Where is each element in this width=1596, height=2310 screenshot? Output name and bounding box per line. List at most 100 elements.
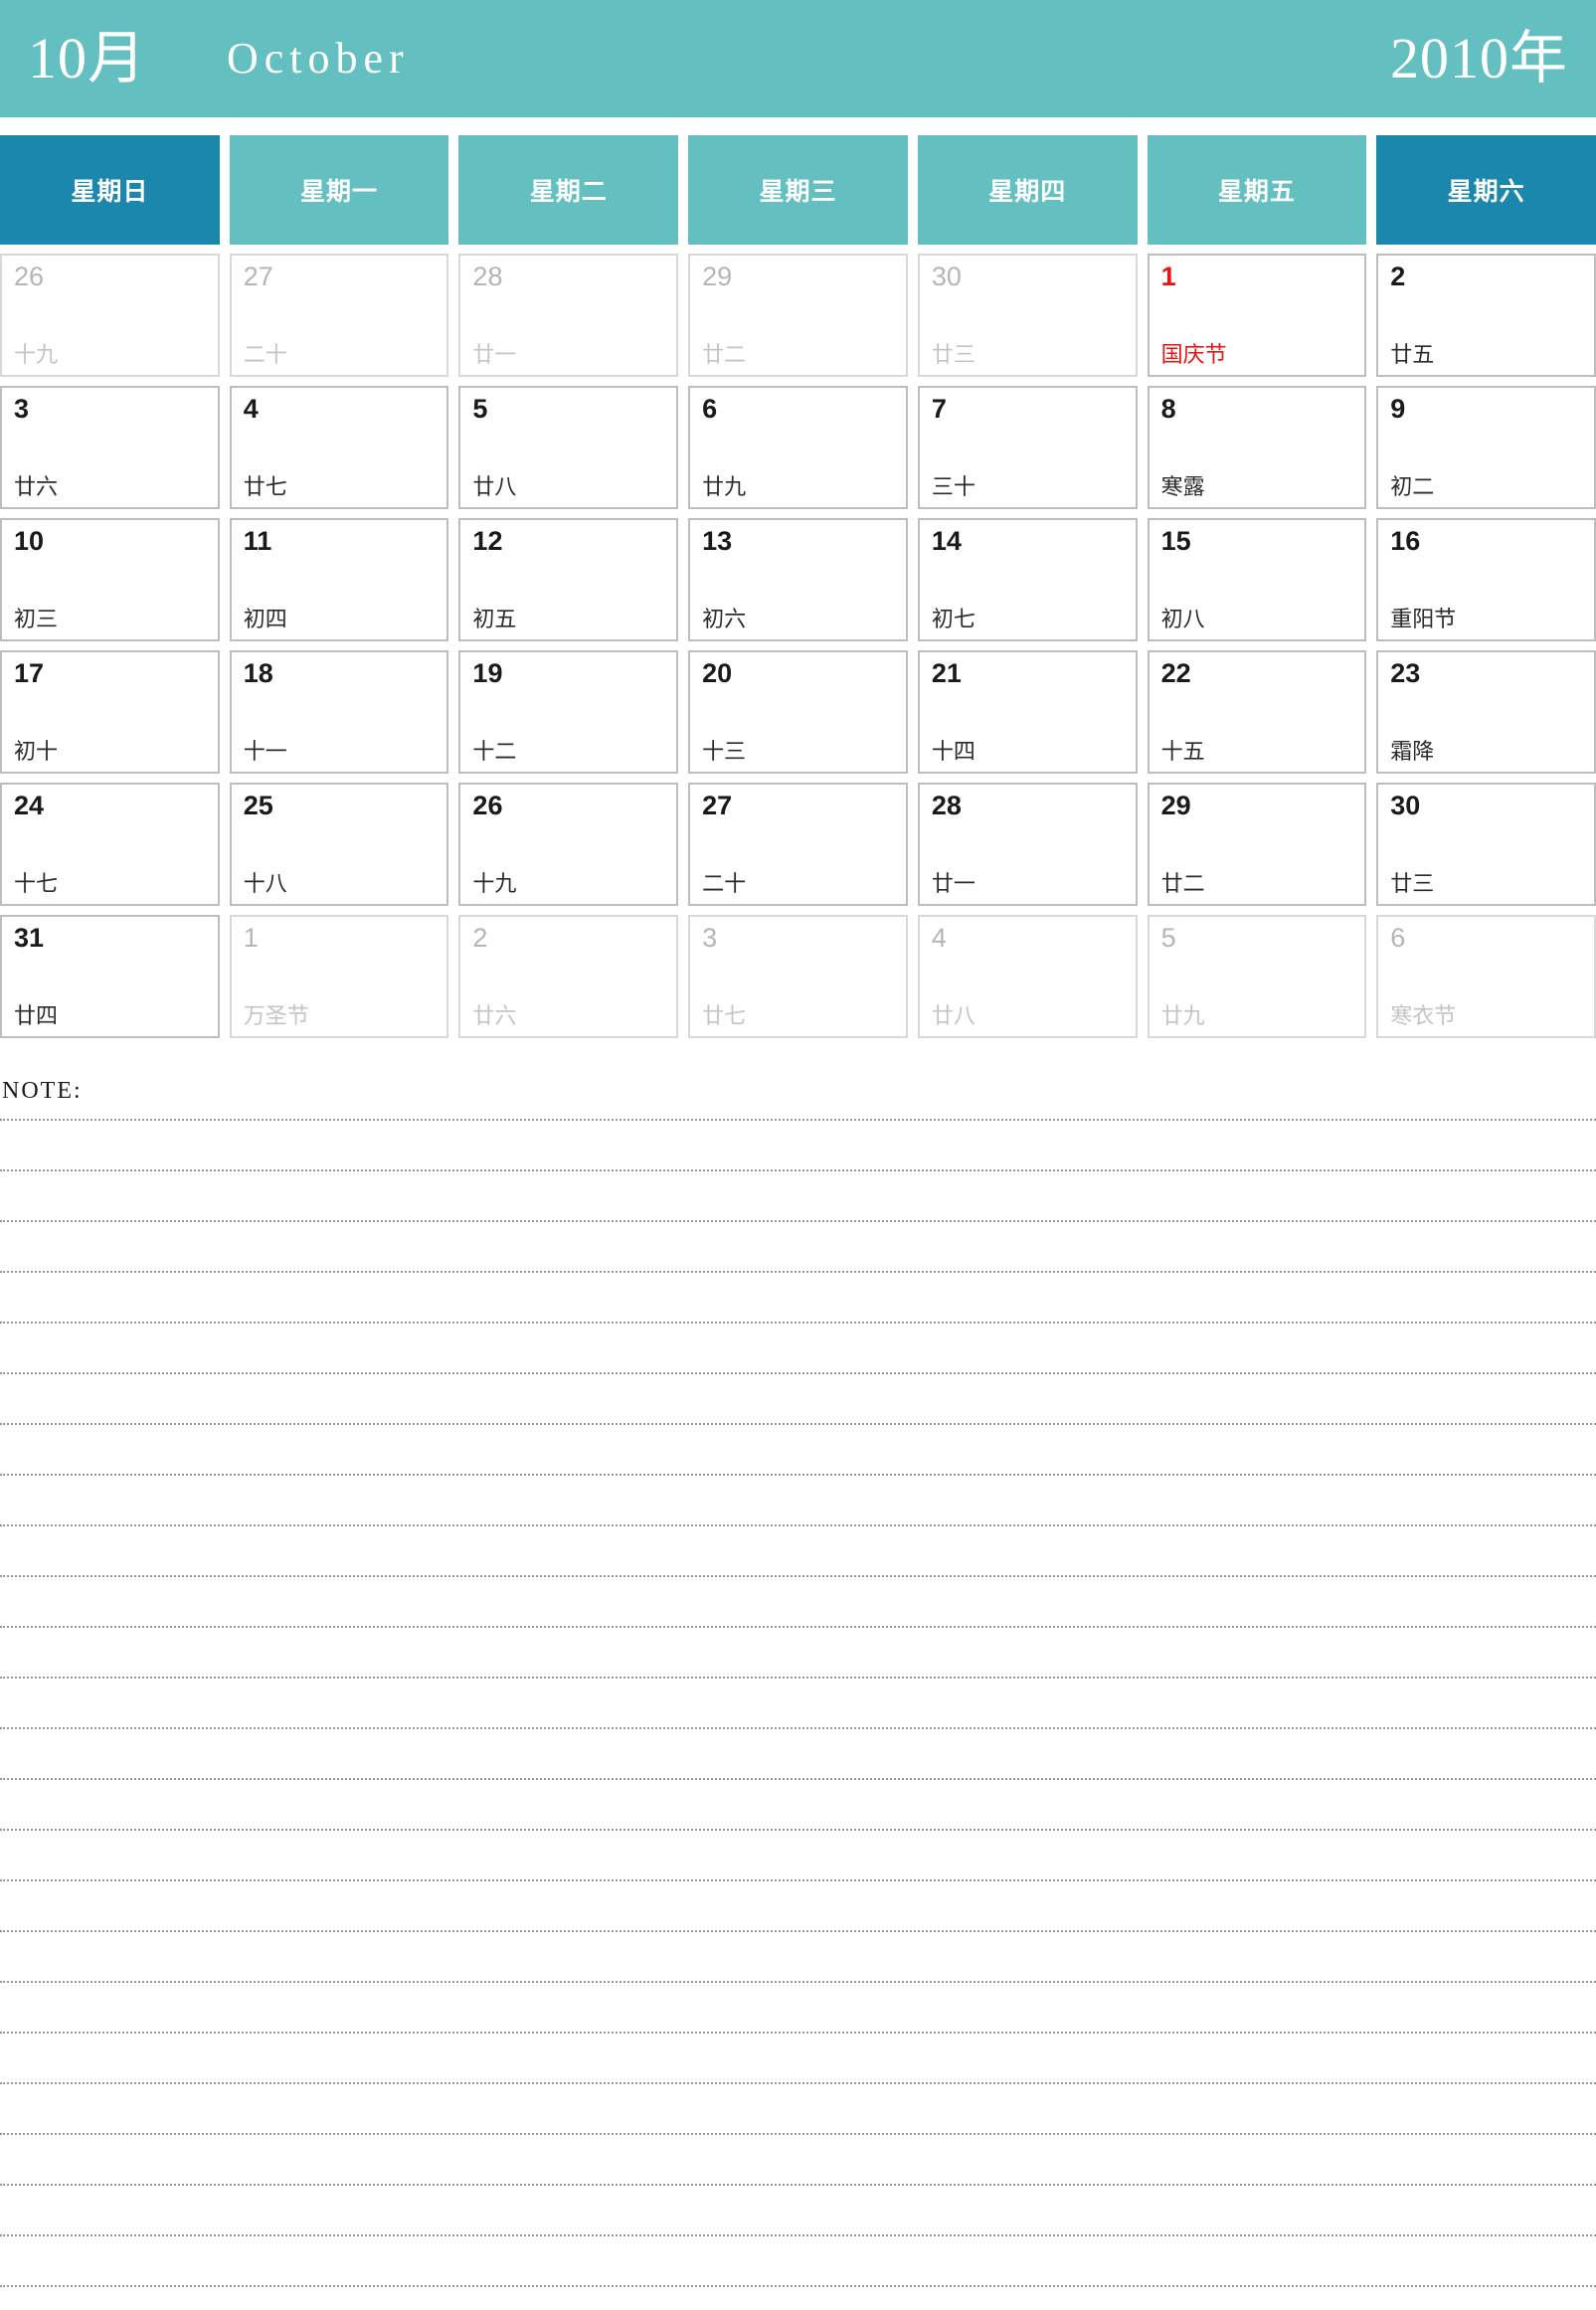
day-number: 8 [1160, 394, 1176, 424]
day-cell[interactable]: 2 廿六 [458, 915, 679, 1038]
day-number: 28 [472, 262, 503, 291]
day-number: 6 [1390, 923, 1406, 953]
note-rule-line[interactable] [0, 1119, 1596, 1121]
weekday-label: 星期六 [1447, 178, 1525, 206]
day-number: 1 [1160, 262, 1176, 291]
day-cell[interactable]: 30 廿三 [917, 254, 1138, 377]
day-lunar-label: 廿一 [931, 871, 975, 896]
note-rule-line[interactable] [0, 1575, 1596, 1577]
day-cell[interactable]: 27 二十 [229, 254, 449, 377]
weekday-label: 星期三 [759, 178, 837, 206]
day-cell[interactable]: 31 廿四 [0, 915, 220, 1038]
note-rule-line[interactable] [0, 2082, 1596, 2084]
day-number: 17 [14, 658, 45, 688]
day-cell[interactable]: 2 廿五 [1376, 254, 1596, 377]
note-rule-line[interactable] [0, 2184, 1596, 2186]
day-lunar-label: 国庆节 [1160, 342, 1227, 367]
calendar-week-row: 26 十九 27 二十 28 廿一 29 廿二 30 廿三 1 国庆节 2 廿五 [0, 254, 1596, 377]
day-lunar-label: 初三 [14, 607, 59, 631]
day-cell[interactable]: 27 二十 [688, 783, 908, 906]
day-cell[interactable]: 5 廿九 [1147, 915, 1367, 1038]
day-number: 25 [243, 791, 273, 820]
day-cell[interactable]: 23 霜降 [1376, 650, 1596, 774]
day-cell[interactable]: 3 廿六 [0, 386, 220, 509]
note-rule-line[interactable] [0, 1423, 1596, 1425]
day-number: 14 [931, 526, 962, 556]
note-rule-line[interactable] [0, 1169, 1596, 1171]
day-cell[interactable]: 10 初三 [0, 518, 220, 641]
day-cell[interactable]: 12 初五 [458, 518, 679, 641]
note-rule-line[interactable] [0, 2285, 1596, 2287]
note-rule-line[interactable] [0, 1322, 1596, 1324]
day-cell[interactable]: 28 廿一 [458, 254, 679, 377]
note-lines[interactable] [0, 1119, 1596, 2287]
day-number: 31 [14, 923, 45, 953]
day-number: 22 [1160, 658, 1191, 688]
day-lunar-label: 重阳节 [1390, 607, 1457, 631]
day-number: 1 [243, 923, 259, 953]
note-rule-line[interactable] [0, 1981, 1596, 1983]
day-cell[interactable]: 29 廿二 [1147, 783, 1367, 906]
note-rule-line[interactable] [0, 1626, 1596, 1628]
note-rule-line[interactable] [0, 1220, 1596, 1222]
day-cell[interactable]: 24 十七 [0, 783, 220, 906]
day-cell[interactable]: 20 十三 [688, 650, 908, 774]
note-rule-line[interactable] [0, 2032, 1596, 2034]
calendar-header-banner: 10月 October 2010年 [0, 0, 1596, 117]
day-lunar-label: 十三 [702, 739, 747, 764]
note-rule-line[interactable] [0, 1524, 1596, 1526]
day-cell[interactable]: 14 初七 [917, 518, 1138, 641]
note-rule-line[interactable] [0, 1474, 1596, 1476]
note-rule-line[interactable] [0, 1930, 1596, 1932]
day-cell[interactable]: 9 初二 [1376, 386, 1596, 509]
day-cell[interactable]: 6 廿九 [688, 386, 908, 509]
weekday-header-4: 星期四 [917, 135, 1138, 245]
day-cell[interactable]: 29 廿二 [688, 254, 908, 377]
day-cell[interactable]: 18 十一 [229, 650, 449, 774]
day-cell[interactable]: 6 寒衣节 [1376, 915, 1596, 1038]
day-cell[interactable]: 4 廿七 [229, 386, 449, 509]
note-rule-line[interactable] [0, 1829, 1596, 1831]
note-rule-line[interactable] [0, 2234, 1596, 2236]
day-lunar-label: 廿五 [1390, 342, 1435, 367]
day-cell[interactable]: 21 十四 [917, 650, 1138, 774]
note-rule-line[interactable] [0, 2133, 1596, 2135]
weekday-header-1: 星期一 [229, 135, 449, 245]
day-number: 2 [472, 923, 488, 953]
note-rule-line[interactable] [0, 1727, 1596, 1729]
calendar-page: 10月 October 2010年 星期日 星期一 星期二 星期三 星期四 星期五 星期六 … [0, 0, 1596, 2287]
calendar-week-row: 24 十七 25 十八 26 十九 27 二十 28 廿一 29 廿二 30 廿三 [0, 783, 1596, 906]
day-cell[interactable]: 22 十五 [1147, 650, 1367, 774]
note-rule-line[interactable] [0, 1271, 1596, 1273]
day-cell[interactable]: 3 廿七 [688, 915, 908, 1038]
day-cell[interactable]: 17 初十 [0, 650, 220, 774]
note-rule-line[interactable] [0, 1677, 1596, 1679]
day-lunar-label: 廿九 [1160, 1003, 1205, 1028]
day-number: 12 [472, 526, 503, 556]
note-rule-line[interactable] [0, 1372, 1596, 1374]
day-cell[interactable]: 4 廿八 [917, 915, 1138, 1038]
day-cell[interactable]: 26 十九 [458, 783, 679, 906]
day-cell[interactable]: 15 初八 [1147, 518, 1367, 641]
day-cell[interactable]: 28 廿一 [917, 783, 1138, 906]
calendar-week-row: 17 初十 18 十一 19 十二 20 十三 21 十四 22 十五 23 霜降 [0, 650, 1596, 774]
day-cell[interactable]: 7 三十 [917, 386, 1138, 509]
day-cell[interactable]: 13 初六 [688, 518, 908, 641]
day-cell[interactable]: 11 初四 [229, 518, 449, 641]
day-cell[interactable]: 19 十二 [458, 650, 679, 774]
day-cell[interactable]: 5 廿八 [458, 386, 679, 509]
day-cell[interactable]: 1 国庆节 [1147, 254, 1367, 377]
weekday-label: 星期一 [300, 178, 379, 206]
note-rule-line[interactable] [0, 1778, 1596, 1780]
day-lunar-label: 十九 [472, 871, 517, 896]
day-cell[interactable]: 30 廿三 [1376, 783, 1596, 906]
day-lunar-label: 初十 [14, 739, 59, 764]
day-cell[interactable]: 1 万圣节 [229, 915, 449, 1038]
day-cell[interactable]: 16 重阳节 [1376, 518, 1596, 641]
note-rule-line[interactable] [0, 1879, 1596, 1881]
day-number: 27 [243, 262, 273, 291]
day-cell[interactable]: 8 寒露 [1147, 386, 1367, 509]
calendar-week-row: 10 初三 11 初四 12 初五 13 初六 14 初七 15 初八 16 重阳节 [0, 518, 1596, 641]
day-cell[interactable]: 25 十八 [229, 783, 449, 906]
day-cell[interactable]: 26 十九 [0, 254, 220, 377]
